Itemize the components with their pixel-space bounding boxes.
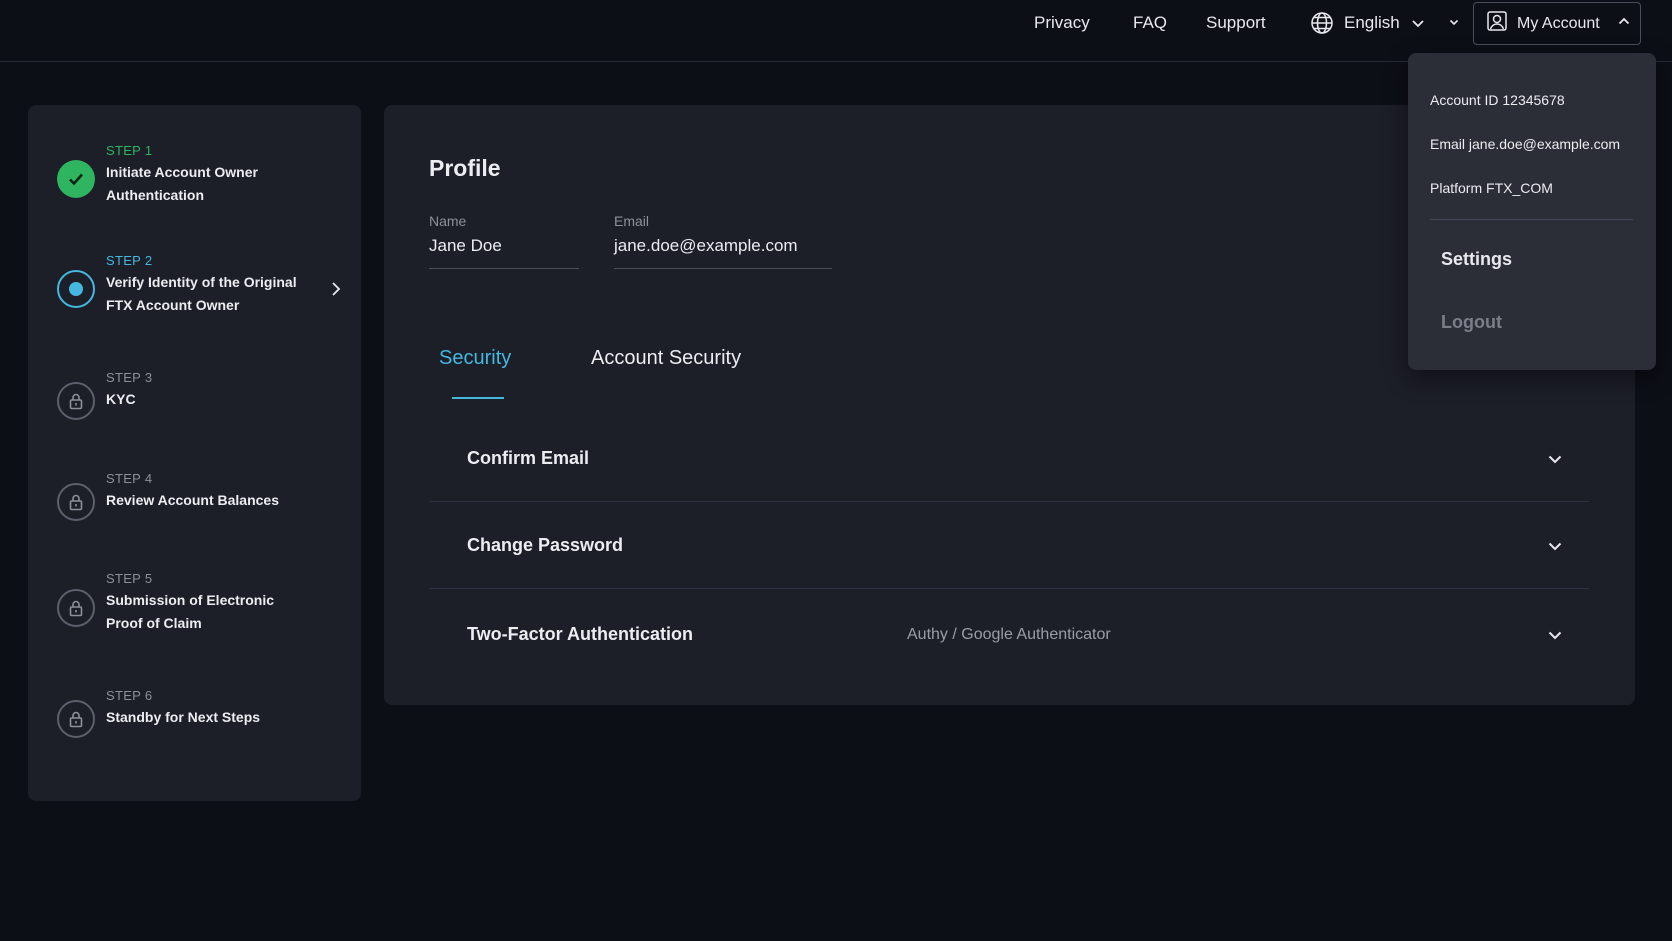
chevron-down-icon[interactable] <box>1448 15 1460 33</box>
check-icon <box>57 160 95 198</box>
account-email-text: Email jane.doe@example.com <box>1430 136 1621 152</box>
step-4[interactable]: STEP 4 Review Account Balances <box>28 471 361 521</box>
row-description: Authy / Google Authenticator <box>907 626 1111 643</box>
name-label: Name <box>429 213 467 229</box>
account-dropdown: Account ID 12345678 Email jane.doe@examp… <box>1408 53 1656 370</box>
row-label: Confirm Email <box>467 448 590 468</box>
account-id-text: Account ID 12345678 <box>1430 92 1565 108</box>
nav-support-link[interactable]: Support <box>1206 12 1266 34</box>
current-step-icon <box>57 270 95 308</box>
nav-privacy-link[interactable]: Privacy <box>1034 12 1090 34</box>
step-title: Review Account Balances <box>106 492 279 508</box>
step-1[interactable]: STEP 1 Initiate Account Owner Authentica… <box>28 143 361 218</box>
name-field[interactable]: Jane Doe <box>429 235 579 269</box>
chevron-right-icon <box>328 280 344 303</box>
language-label: English <box>1344 13 1400 32</box>
chevron-up-icon <box>1617 14 1631 33</box>
row-label: Two-Factor Authentication <box>467 624 693 644</box>
my-account-label: My Account <box>1517 14 1600 32</box>
change-password-row[interactable]: Change Password <box>429 503 1589 589</box>
email-field[interactable]: jane.doe@example.com <box>614 235 832 269</box>
step-number: STEP 2 <box>106 253 153 268</box>
row-label: Change Password <box>467 535 624 555</box>
step-number: STEP 1 <box>106 143 153 158</box>
lock-icon <box>57 700 95 738</box>
nav-faq-link[interactable]: FAQ <box>1133 12 1167 34</box>
tab-security[interactable]: Security <box>439 347 511 370</box>
chevron-down-icon <box>1546 626 1564 649</box>
lock-icon <box>57 483 95 521</box>
step-5[interactable]: STEP 5 Submission of Electronic Proof of… <box>28 571 361 646</box>
steps-sidebar: STEP 1 Initiate Account Owner Authentica… <box>28 105 361 801</box>
settings-menu-item[interactable]: Settings <box>1441 249 1512 270</box>
user-icon <box>1486 10 1508 37</box>
step-title: Standby for Next Steps <box>106 709 261 725</box>
step-title: Submission of Electronic Proof of Claim <box>106 592 275 631</box>
two-factor-row[interactable]: Two-Factor Authentication Authy / Google… <box>429 592 1589 678</box>
step-title: KYC <box>106 391 136 407</box>
page-title: Profile <box>429 155 501 181</box>
email-label: Email <box>614 213 650 229</box>
step-number: STEP 6 <box>106 688 153 703</box>
my-account-button[interactable]: My Account <box>1473 2 1641 45</box>
chevron-down-icon <box>1410 15 1426 31</box>
chevron-down-icon <box>1546 537 1564 560</box>
tab-account-security[interactable]: Account Security <box>591 347 741 370</box>
step-number: STEP 3 <box>106 370 153 385</box>
confirm-email-row[interactable]: Confirm Email <box>429 416 1589 502</box>
account-platform-text: Platform FTX_COM <box>1430 180 1553 196</box>
chevron-down-icon <box>1546 450 1564 473</box>
globe-icon <box>1310 11 1334 35</box>
step-2[interactable]: STEP 2 Verify Identity of the Original F… <box>28 253 361 328</box>
step-number: STEP 5 <box>106 571 153 586</box>
step-number: STEP 4 <box>106 471 153 486</box>
step-3[interactable]: STEP 3 KYC <box>28 370 361 420</box>
step-6[interactable]: STEP 6 Standby for Next Steps <box>28 688 361 738</box>
lock-icon <box>57 589 95 627</box>
lock-icon <box>57 382 95 420</box>
step-title: Initiate Account Owner Authentication <box>106 164 258 203</box>
divider <box>1430 219 1633 220</box>
step-title: Verify Identity of the Original FTX Acco… <box>106 274 297 313</box>
language-selector[interactable]: English <box>1310 10 1426 36</box>
active-tab-indicator <box>452 397 504 399</box>
logout-menu-item[interactable]: Logout <box>1441 312 1502 333</box>
